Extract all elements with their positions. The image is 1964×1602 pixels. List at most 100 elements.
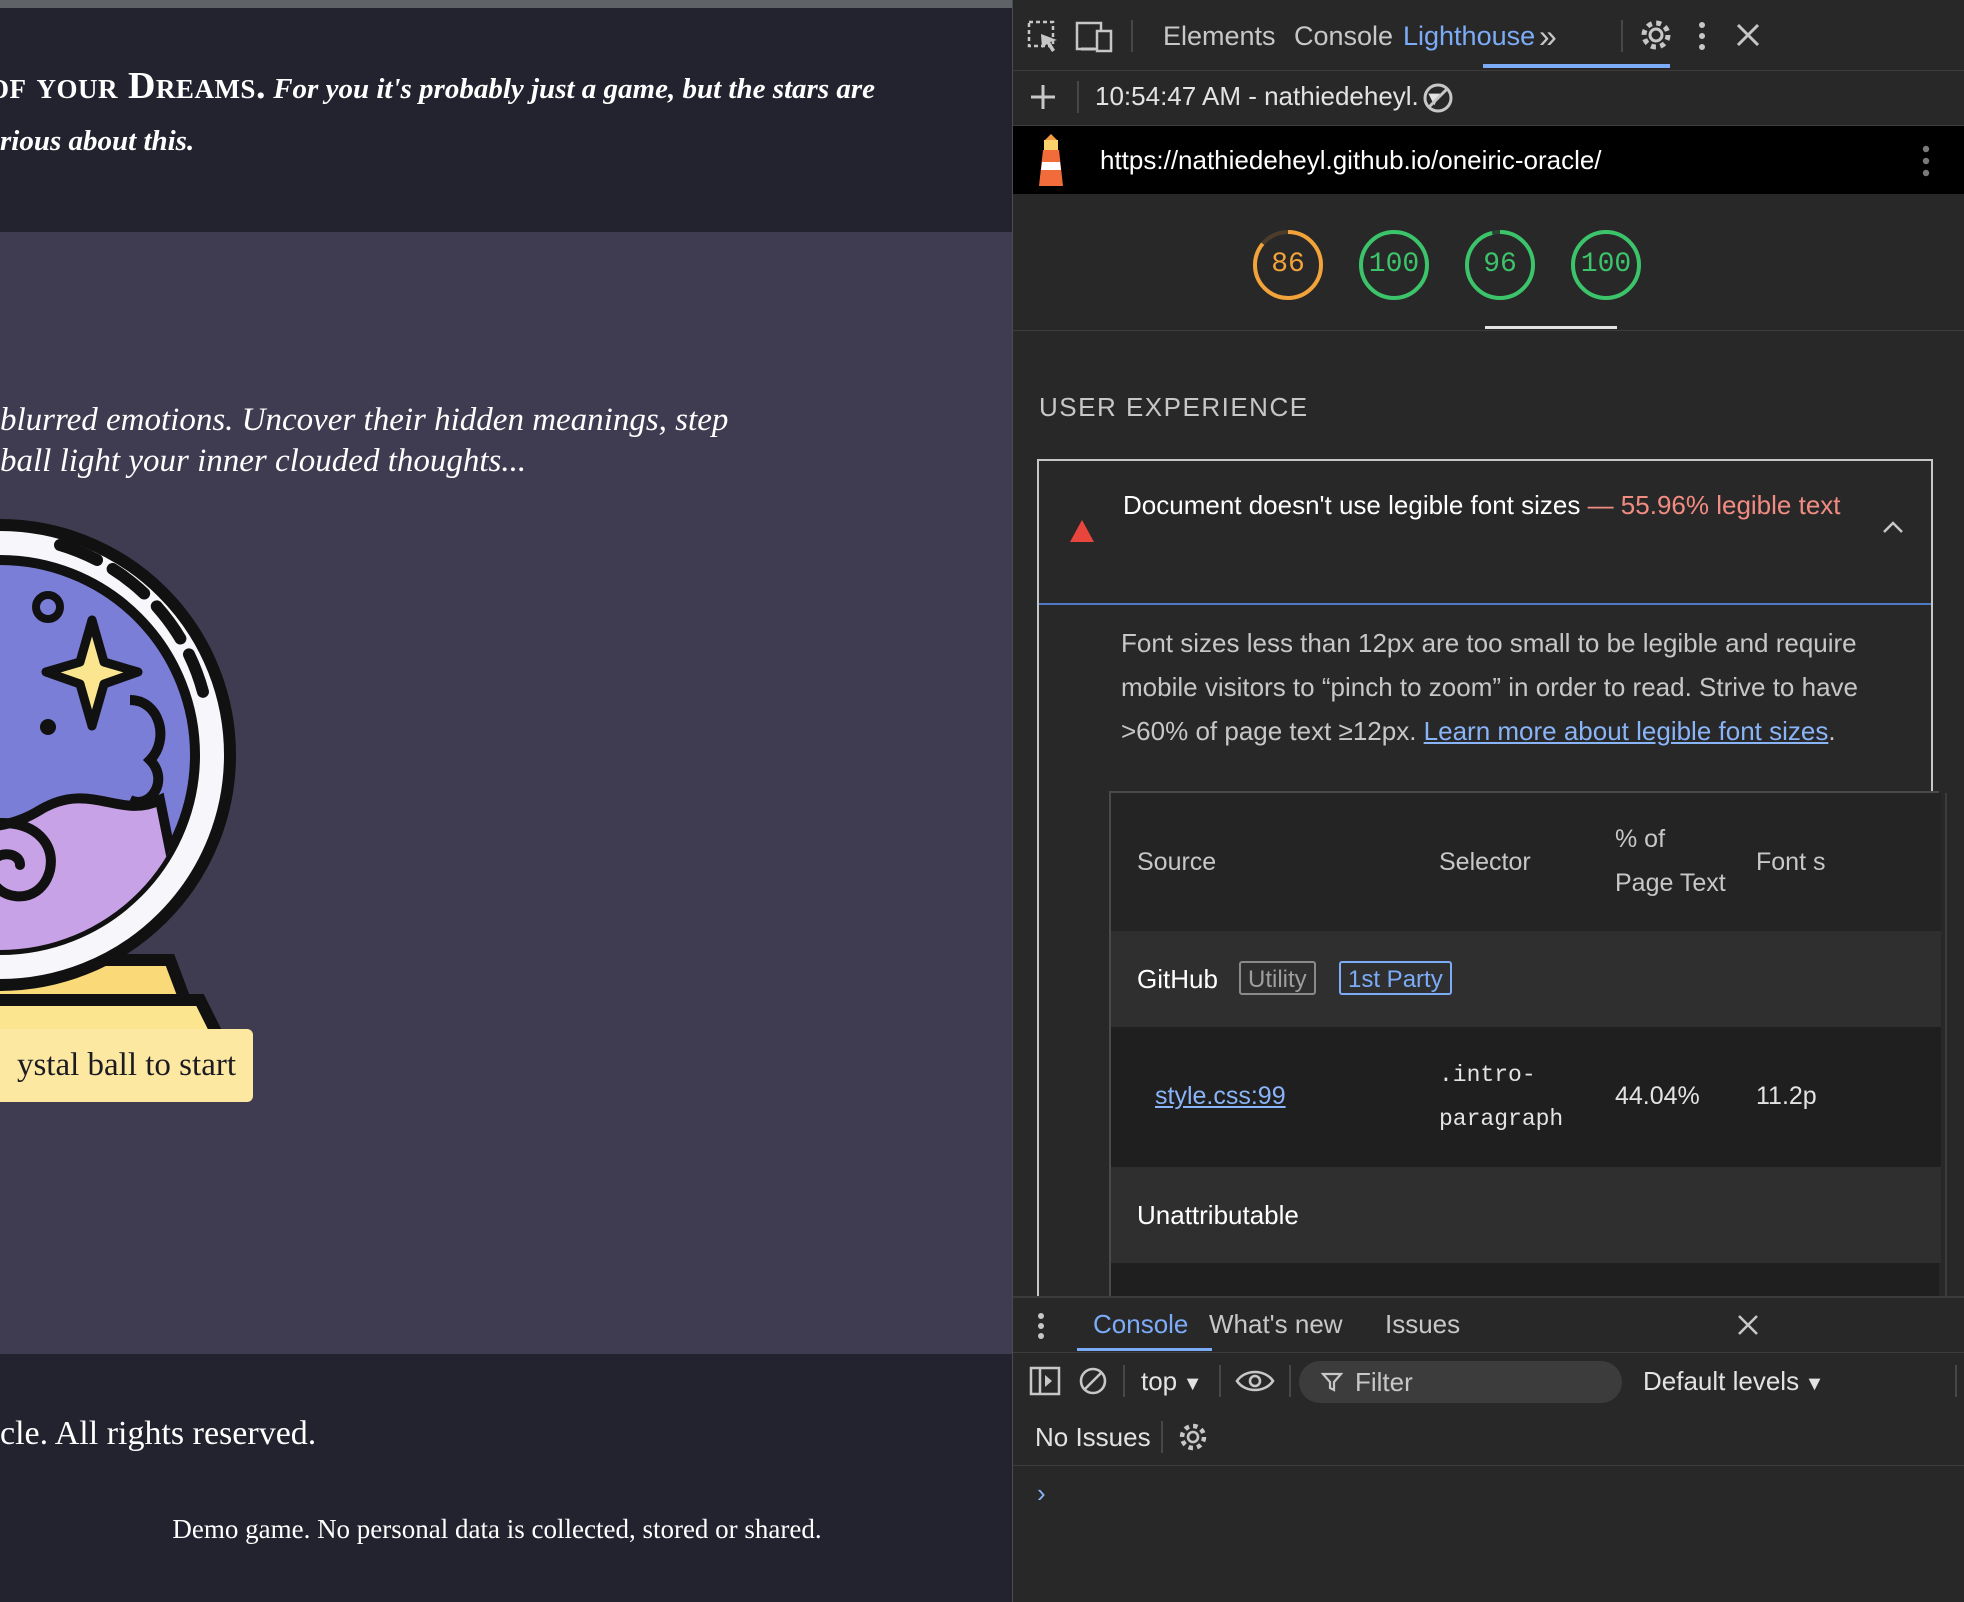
gauge-score: 96 [1483, 249, 1517, 280]
learn-more-link[interactable]: Learn more about legible font sizes [1424, 716, 1829, 746]
separator [1161, 1421, 1163, 1453]
column-header-pct-2: Page Text [1615, 869, 1726, 897]
table-group-row: GitHub Utility 1st Party [1111, 931, 1941, 1027]
filter-funnel-icon [1321, 1372, 1343, 1392]
entity-name: GitHub [1137, 964, 1218, 994]
audit-title: Document doesn't use legible font sizes [1123, 490, 1581, 520]
gauge-score: 100 [1368, 249, 1420, 280]
column-header-font-size: Font s [1756, 848, 1826, 876]
page-viewport: of your Dreams. For you it's probably ju… [0, 0, 1012, 1602]
tab-lighthouse[interactable]: Lighthouse [1403, 0, 1535, 70]
drawer-tab-issues[interactable]: Issues [1385, 1298, 1460, 1350]
lighthouse-logo-icon [1039, 134, 1063, 186]
report-title: 10:54:47 AM - nathiedeheyl. [1095, 81, 1419, 111]
fail-triangle-icon [1070, 520, 1094, 542]
intro-paragraph: blurred emotions. Uncover their hidden m… [0, 400, 820, 482]
gauge-score: 100 [1580, 249, 1632, 280]
browser-edge [0, 0, 1012, 8]
audit-header[interactable]: Document doesn't use legible font sizes … [1039, 461, 1931, 605]
section-title: USER EXPERIENCE [1039, 392, 1309, 422]
log-levels-dropdown[interactable]: Default levels ▼ [1643, 1353, 1824, 1412]
tab-elements[interactable]: Elements [1163, 0, 1276, 70]
console-drawer: Console What's new Issues top ▼ Filter D… [1013, 1296, 1964, 1602]
drawer-tab-console[interactable]: Console [1093, 1298, 1188, 1350]
console-toolbar: top ▼ Filter Default levels ▼ [1013, 1353, 1964, 1409]
separator [1955, 1365, 1957, 1397]
audit-item: Document doesn't use legible font sizes … [1037, 459, 1947, 1393]
privacy-note: Demo game. No personal data is collected… [172, 1514, 822, 1544]
gauge-performance[interactable]: 86 [1252, 229, 1324, 301]
page-footer [0, 1354, 1012, 1602]
report-url-bar: https://nathiedeheyl.github.io/oneiric-o… [1013, 126, 1964, 194]
new-report-icon[interactable] [1029, 83, 1057, 111]
log-levels-value: Default levels [1643, 1366, 1800, 1396]
column-header-source: Source [1137, 848, 1217, 876]
sidebar-toggle-icon[interactable] [1029, 1365, 1061, 1397]
gauge-best-practices[interactable]: 96 [1464, 229, 1536, 301]
report-menu-icon[interactable] [1921, 144, 1931, 178]
source-link[interactable]: style.css:99 [1155, 1082, 1286, 1111]
active-tab-indicator [1483, 64, 1670, 68]
table-header: Source Selector % of Page Text Font s [1111, 793, 1941, 933]
issues-status-bar: No Issues [1013, 1409, 1964, 1466]
clear-reports-icon[interactable] [1421, 81, 1455, 115]
crystal-ball-icon[interactable] [0, 500, 260, 1040]
settings-gear-icon[interactable] [1639, 18, 1673, 52]
selector-line-1: .intro- [1439, 1062, 1536, 1088]
console-settings-gear-icon[interactable] [1177, 1421, 1209, 1453]
more-tabs-icon[interactable]: » [1539, 0, 1557, 70]
gauge-seo[interactable]: 100 [1570, 229, 1642, 301]
tab-console[interactable]: Console [1294, 0, 1393, 70]
dropdown-arrow-icon: ▼ [1177, 1373, 1203, 1395]
first-party-badge: 1st Party [1339, 961, 1452, 995]
table-row: style.css:99 .intro- paragraph 44.04% 11… [1111, 1027, 1941, 1167]
console-prompt[interactable]: › [1037, 1478, 1046, 1509]
close-drawer-icon[interactable] [1737, 1314, 1759, 1336]
devtools-panel: Elements Console Lighthouse » 10:54:47 A… [1013, 0, 1964, 1602]
separator [1077, 81, 1079, 113]
separator [1219, 1365, 1221, 1397]
inspect-element-icon[interactable] [1027, 20, 1061, 54]
intro-line-2: ball light your inner clouded thoughts..… [0, 443, 527, 479]
close-devtools-icon[interactable] [1735, 22, 1761, 48]
font-size-value: 11.2p [1756, 1082, 1817, 1110]
dropdown-arrow-icon: ▼ [1799, 1373, 1825, 1395]
lighthouse-toolbar: 10:54:47 AM - nathiedeheyl. ▼ [1013, 71, 1964, 126]
filter-input[interactable]: Filter [1299, 1361, 1622, 1403]
no-issues-text[interactable]: No Issues [1035, 1409, 1151, 1465]
drawer-menu-icon[interactable] [1037, 1312, 1045, 1340]
separator [1621, 20, 1623, 52]
column-header-selector: Selector [1439, 848, 1531, 876]
start-button[interactable]: ystal ball to start [0, 1029, 253, 1102]
utility-badge: Utility [1239, 961, 1316, 995]
audit-description: Font sizes less than 12px are too small … [1121, 621, 1911, 753]
drawer-active-indicator [1077, 1348, 1212, 1351]
column-header-pct-1: % of [1615, 825, 1666, 853]
drawer-tab-bar: Console What's new Issues [1013, 1298, 1964, 1353]
selected-gauge-indicator [1485, 326, 1617, 329]
hero-text: of your Dreams. For you it's probably ju… [0, 60, 1000, 167]
start-button-label: ystal ball to start [16, 1047, 236, 1083]
kebab-menu-icon[interactable] [1697, 20, 1707, 52]
hero-tagline: For you it's probably just a game, but t… [265, 73, 876, 105]
selector-line-2: paragraph [1439, 1106, 1564, 1132]
table-group-row: Unattributable [1111, 1167, 1941, 1263]
context-selector[interactable]: top ▼ [1141, 1353, 1203, 1412]
device-toolbar-icon[interactable] [1075, 20, 1115, 54]
copyright-text: cle. All rights reserved. [0, 1415, 317, 1452]
description-end: . [1828, 716, 1836, 746]
clear-console-icon[interactable] [1077, 1365, 1109, 1397]
audit-title-block: Document doesn't use legible font sizes … [1123, 483, 1843, 527]
drawer-tab-whats-new[interactable]: What's new [1209, 1298, 1343, 1350]
gauge-accessibility[interactable]: 100 [1358, 229, 1430, 301]
hero-title-caps: of your Dreams. [0, 65, 266, 107]
score-gauges: 86 100 96 100 [1013, 195, 1964, 331]
separator [1131, 20, 1133, 52]
report-selector[interactable]: 10:54:47 AM - nathiedeheyl. ▼ [1095, 71, 1444, 124]
chevron-up-icon[interactable] [1881, 519, 1905, 535]
pct-of-page-text: 44.04% [1615, 1082, 1700, 1110]
live-expression-eye-icon[interactable] [1235, 1367, 1275, 1395]
audit-display-value: — 55.96% legible text [1587, 490, 1841, 520]
separator [1289, 1365, 1291, 1397]
report-url: https://nathiedeheyl.github.io/oneiric-o… [1100, 145, 1602, 175]
